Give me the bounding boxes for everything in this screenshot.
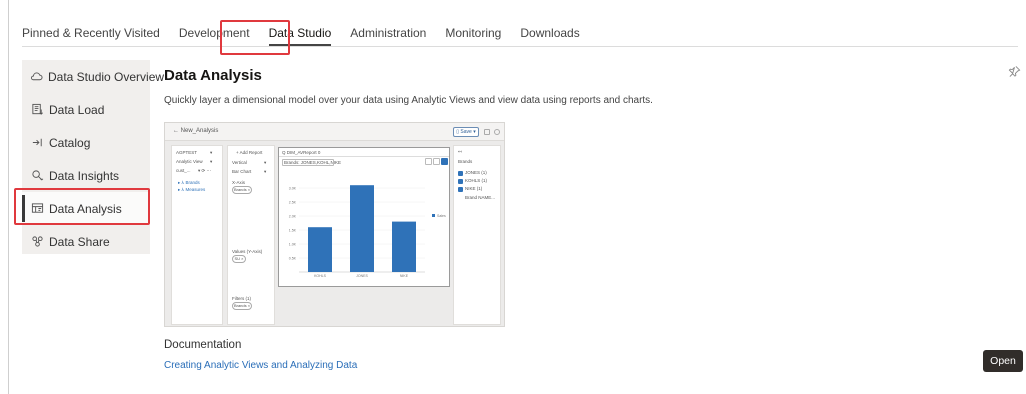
chart-y-tick-label: 3.0K [289,187,297,191]
chart-y-tick-label: 2.5K [289,201,297,205]
preview-source-view: cust_... [176,168,191,173]
preview-add-report: + Add Report [236,150,263,155]
preview-grid-icon [484,129,490,135]
preview-chevron-icon: ▾ [210,150,213,155]
sidebar-item-label: Catalog [49,135,91,150]
sidebar-item-catalog[interactable]: Catalog [22,126,150,159]
window-frame-edge [8,0,9,394]
chart-y-tick-label: 0.5K [289,257,297,261]
chart-y-tick-label: 1.0K [289,243,297,247]
preview-source-type: Analytic View [176,159,203,164]
preview-source-schema: AGPTEST [176,150,198,155]
open-button[interactable]: Open [983,350,1023,372]
chart-legend-label: Sales [437,214,446,218]
preview-sales-pill: SU × [232,255,246,263]
preview-facet-title: Brands [458,159,473,164]
top-navigation: Pinned & Recently Visited Development Da… [22,22,599,46]
analysis-icon [30,202,44,216]
preview-check-icon [458,187,463,192]
tab-pinned-recent[interactable]: Pinned & Recently Visited [22,22,160,44]
sidebar-item-data-studio-overview[interactable]: Data Studio Overview [22,60,164,93]
preview-filters-label: Filters (1) [232,296,251,301]
sidebar-item-label: Data Insights [49,168,120,183]
tab-downloads[interactable]: Downloads [520,22,579,44]
chart-legend-swatch [432,214,435,217]
tab-administration[interactable]: Administration [350,22,426,44]
sidebar: Data Studio Overview Data Load Catalog D… [22,60,164,254]
data-analysis-preview-image: ← New_Analysis ▯ Save ▾ AGPTEST ▾ Analyt… [164,122,505,327]
sidebar-item-label: Data Load [49,102,105,117]
preview-tree-measures: ▸ ⅄ Measures [178,187,206,192]
preview-brands-filter-pill: Brands × [232,302,252,310]
sidebar-item-data-analysis[interactable]: Data Analysis [22,192,150,225]
pin-icon[interactable] [1008,65,1022,79]
chart-bar-jones [350,185,374,272]
tab-monitoring[interactable]: Monitoring [445,22,501,44]
preview-chevron-icon: ▾ [210,159,213,164]
share-icon [30,235,44,249]
preview-facet-kohls: KOHLS (1) [465,178,488,183]
preview-tree-brands: ▸ ⅄ Brands [178,180,200,185]
preview-facet-more: Brand NAME... [465,195,496,200]
tab-data-studio[interactable]: Data Studio [268,22,331,46]
preview-source-panel: AGPTEST ▾ Analytic View ▾ cust_... ▾ ⟳ ⋯… [171,145,223,325]
preview-facet-nike: NIKE (1) [465,186,483,191]
sidebar-item-data-share[interactable]: Data Share [22,225,150,258]
sidebar-item-data-load[interactable]: Data Load [22,93,150,126]
preview-refresh-icon: ▾ ⟳ ⋯ [198,168,212,173]
chart-bar-kohls [308,227,332,272]
documentation-heading: Documentation [164,339,242,351]
sidebar-item-label: Data Share [49,234,110,249]
preview-facet-jones: JONES (1) [465,170,487,175]
preview-x-axis-label: X-Axis [232,180,246,185]
preview-collapse-icon: ↤ [458,149,462,154]
preview-brands-pill: Brands × [232,186,252,194]
preview-check-icon [458,179,463,184]
catalog-icon [30,136,44,150]
preview-check-icon [458,171,463,176]
preview-report-settings-panel: + Add Report Vertical ▾ Bar Chart ▾ X-Ax… [227,145,275,325]
preview-chart-kind: Bar Chart [232,169,252,174]
preview-save-button: ▯ Save ▾ [453,127,479,137]
preview-toolbar: ← New_Analysis ▯ Save ▾ [165,123,504,141]
preview-chevron-icon: ▾ [264,169,267,174]
topnav-divider [22,46,1018,47]
preview-filter-panel: ↤ Brands JONES (1) KOHLS (1) NIKE (1) Br… [453,145,501,325]
chart-x-tick-label: NIKE [400,274,409,278]
insights-icon [30,169,44,183]
sidebar-item-data-insights[interactable]: Data Insights [22,159,150,192]
chart-x-tick-label: KOHLS [314,274,327,278]
page-description: Quickly layer a dimensional model over y… [164,95,653,106]
preview-back-link: ← New_Analysis [173,128,219,134]
chart-y-tick-label: 1.5K [289,229,297,233]
preview-values-label: Values (Y-Axis) [232,249,263,254]
chart-bar-nike [392,221,416,272]
cloud-icon [30,70,43,84]
documentation-link[interactable]: Creating Analytic Views and Analyzing Da… [164,360,357,371]
preview-settings-icon [494,129,500,135]
page-title: Data Analysis [164,67,262,84]
preview-chevron-icon: ▾ [264,160,267,165]
sidebar-item-label: Data Analysis [49,201,122,216]
preview-orientation: Vertical [232,160,247,165]
chart-y-tick-label: 2.0K [289,215,297,219]
tab-development[interactable]: Development [179,22,250,44]
data-load-icon [30,103,44,117]
preview-report-card: Q DIM_AVReport 0 Brands: JONES,KOHL,NIKE… [278,147,450,287]
preview-bar-chart: 0.5K 1.0K 1.5K 2.0K 2.5K 3.0K KOHLS JONES NIKE Sa… [289,185,446,278]
chart-x-tick-label: JONES [356,274,368,278]
sidebar-item-label: Data Studio Overview [48,69,165,84]
